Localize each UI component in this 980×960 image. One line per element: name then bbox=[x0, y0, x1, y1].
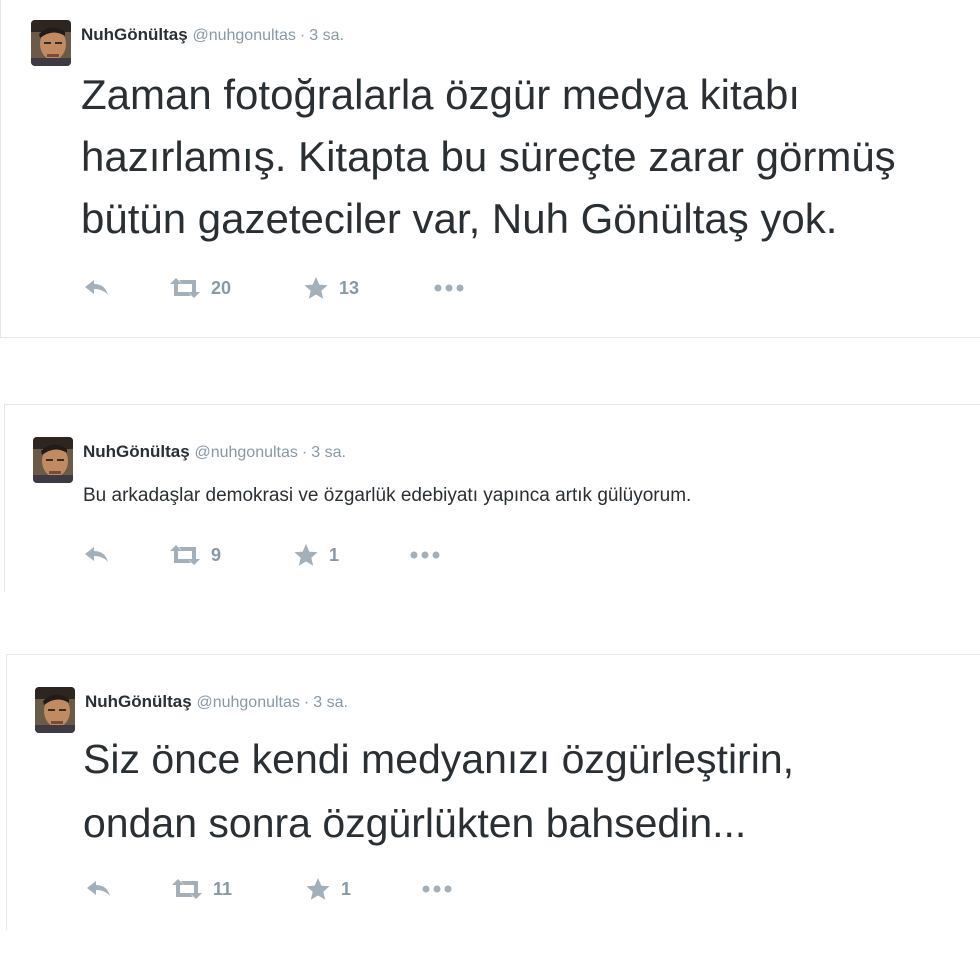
more-button[interactable] bbox=[409, 543, 441, 567]
retweet-icon bbox=[172, 879, 202, 899]
timestamp[interactable]: 3 sa. bbox=[311, 444, 346, 461]
reply-icon bbox=[85, 280, 108, 295]
retweet-button[interactable]: 20 bbox=[169, 276, 231, 300]
tweet-text-line: hazırlamış. Kitapta bu süreçte zarar gör… bbox=[81, 133, 896, 180]
star-icon bbox=[306, 878, 330, 900]
display-name[interactable]: NuhGönültaş bbox=[83, 442, 190, 461]
tweet-header: NuhGönültaş @nuhgonultas · 3 sa. bbox=[83, 441, 346, 464]
screen-name[interactable]: @nuhgonultas bbox=[196, 694, 299, 711]
tweet-text-line: bütün gazeteciler var, Nuh Gönültaş yok. bbox=[81, 195, 838, 242]
tweet-header: NuhGönültaş @nuhgonultas · 3 sa. bbox=[85, 691, 348, 714]
reply-icon bbox=[87, 881, 110, 896]
avatar-photo bbox=[33, 437, 73, 483]
tweet-text: Zaman fotoğralarla özgür medya kitabı ha… bbox=[81, 64, 896, 250]
favorite-button[interactable]: 13 bbox=[303, 276, 359, 300]
avatar[interactable] bbox=[31, 20, 71, 66]
avatar[interactable] bbox=[33, 437, 73, 483]
display-name[interactable]: NuhGönültaş bbox=[81, 25, 188, 44]
retweet-count[interactable]: 11 bbox=[213, 879, 232, 900]
retweet-count[interactable]: 9 bbox=[211, 545, 221, 566]
star-icon bbox=[304, 277, 328, 299]
screen-name[interactable]: @nuhgonultas bbox=[194, 444, 297, 461]
tweet-text: Bu arkadaşlar demokrasi ve özgarlük edeb… bbox=[83, 483, 691, 509]
separator: · bbox=[299, 27, 306, 44]
star-icon bbox=[294, 544, 318, 566]
more-dots-icon bbox=[410, 551, 440, 559]
separator: · bbox=[303, 694, 310, 711]
reply-icon bbox=[85, 547, 108, 562]
favorite-button[interactable]: 1 bbox=[305, 877, 351, 901]
favorite-button[interactable]: 1 bbox=[293, 543, 339, 567]
retweet-icon bbox=[170, 278, 200, 298]
tweet-text-line: Bu arkadaşlar demokrasi ve özgarlük edeb… bbox=[83, 485, 692, 506]
tweet-header: NuhGönültaş @nuhgonultas · 3 sa. bbox=[81, 24, 344, 47]
reply-button[interactable] bbox=[85, 877, 113, 901]
favorite-count[interactable]: 1 bbox=[329, 545, 339, 566]
retweet-icon bbox=[170, 545, 200, 565]
reply-button[interactable] bbox=[83, 276, 111, 300]
more-button[interactable] bbox=[421, 877, 453, 901]
retweet-button[interactable]: 11 bbox=[171, 877, 232, 901]
retweet-count[interactable]: 20 bbox=[211, 278, 231, 299]
tweet-text-line: Siz önce kendi medyanızı özgürleştirin, bbox=[83, 736, 795, 782]
avatar-photo bbox=[35, 687, 75, 733]
retweet-button[interactable]: 9 bbox=[169, 543, 221, 567]
timestamp[interactable]: 3 sa. bbox=[309, 27, 344, 44]
tweet-text: Siz önce kendi medyanızı özgürleştirin, … bbox=[83, 727, 794, 855]
tweet-text-line: ondan sonra özgürlükten bahsedin... bbox=[83, 800, 747, 846]
avatar-photo bbox=[31, 20, 71, 66]
screen-name[interactable]: @nuhgonultas bbox=[192, 27, 295, 44]
more-dots-icon bbox=[434, 284, 464, 292]
tweet-1[interactable]: NuhGönültaş @nuhgonultas · 3 sa. Zaman fot… bbox=[0, 0, 980, 338]
more-dots-icon bbox=[422, 885, 452, 893]
more-button[interactable] bbox=[433, 276, 465, 300]
display-name[interactable]: NuhGönültaş bbox=[85, 692, 192, 711]
tweet-3[interactable]: NuhGönültaş @nuhgonultas · 3 sa. Siz önce … bbox=[6, 654, 980, 930]
reply-button[interactable] bbox=[83, 543, 111, 567]
tweet-text-line: Zaman fotoğralarla özgür medya kitabı bbox=[81, 71, 801, 118]
timestamp[interactable]: 3 sa. bbox=[313, 694, 348, 711]
favorite-count[interactable]: 13 bbox=[339, 278, 359, 299]
tweet-2[interactable]: NuhGönültaş @nuhgonultas · 3 sa. Bu arkada… bbox=[4, 404, 980, 592]
separator: · bbox=[301, 444, 308, 461]
favorite-count[interactable]: 1 bbox=[341, 879, 351, 900]
avatar[interactable] bbox=[35, 687, 75, 733]
